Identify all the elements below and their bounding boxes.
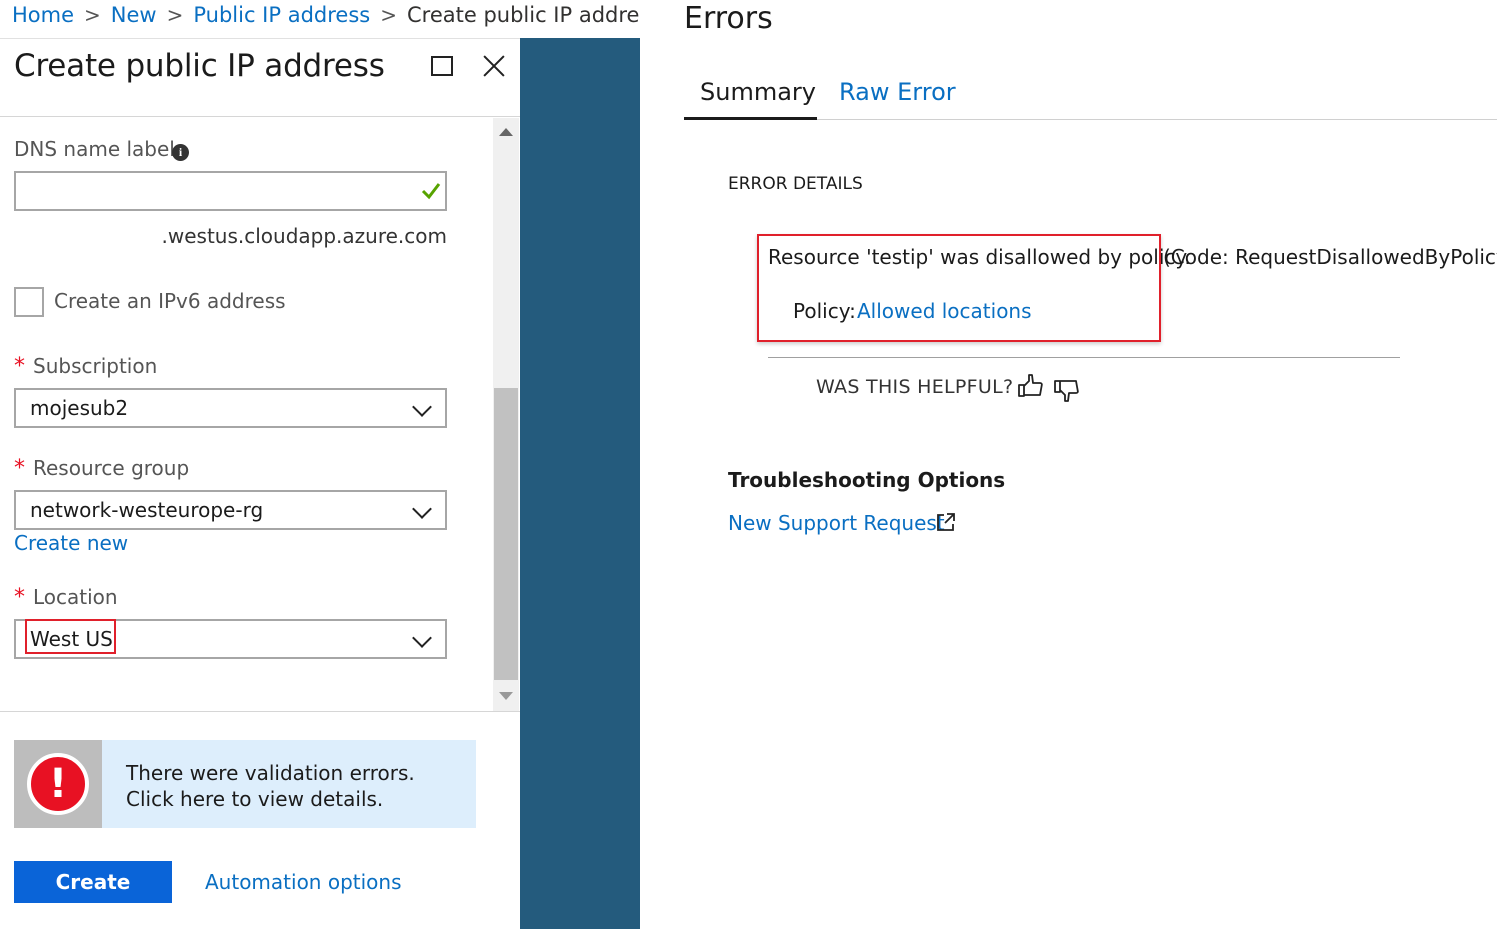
chevron-down-icon: [412, 499, 432, 519]
error-icon: !: [27, 753, 89, 815]
breadcrumb-new[interactable]: New: [111, 0, 157, 30]
active-tab-indicator: [684, 117, 817, 120]
subscription-value: mojesub2: [30, 396, 129, 420]
portal-background: [520, 38, 640, 929]
divider: [0, 116, 520, 117]
scrollbar-thumb[interactable]: [494, 388, 518, 680]
tab-summary[interactable]: Summary: [700, 78, 816, 106]
scroll-up-icon[interactable]: [499, 128, 513, 136]
chevron-down-icon: [412, 397, 432, 417]
tab-raw-error[interactable]: Raw Error: [839, 78, 956, 106]
helpful-label: WAS THIS HELPFUL?: [816, 376, 1014, 398]
divider: [0, 711, 520, 712]
dns-suffix: .westus.cloudapp.azure.com: [161, 224, 448, 248]
subscription-label-text: Subscription: [33, 354, 158, 378]
error-code: (Code: RequestDisallowedByPolicy): [1163, 245, 1497, 269]
dns-name-input[interactable]: [14, 171, 447, 211]
thumbs-down-icon[interactable]: [1053, 378, 1079, 404]
required-marker: *: [14, 585, 25, 610]
thumbs-up-icon[interactable]: [1017, 373, 1043, 399]
ipv6-checkbox[interactable]: [14, 287, 44, 317]
breadcrumb-public-ip[interactable]: Public IP address: [193, 0, 370, 30]
check-icon: [421, 183, 441, 200]
subscription-label: * Subscription: [14, 354, 157, 379]
divider: [768, 357, 1400, 358]
new-support-request-link[interactable]: New Support Request: [728, 511, 945, 535]
dns-name-label: DNS name label: [14, 137, 175, 161]
troubleshooting-heading: Troubleshooting Options: [728, 468, 1006, 492]
blade-title: Create public IP address: [14, 48, 385, 84]
create-new-link[interactable]: Create new: [14, 531, 128, 555]
breadcrumb-home[interactable]: Home: [12, 0, 74, 30]
required-marker: *: [14, 456, 25, 481]
close-icon[interactable]: [480, 52, 508, 80]
subscription-select[interactable]: mojesub2: [14, 388, 447, 428]
resource-group-value: network-westeurope-rg: [30, 498, 264, 522]
breadcrumb-current: Create public IP address: [406, 3, 640, 27]
breadcrumb-separator-icon: >: [84, 3, 101, 27]
location-highlight-box: [25, 619, 116, 654]
scroll-down-icon[interactable]: [499, 692, 513, 700]
resource-group-select[interactable]: network-westeurope-rg: [14, 490, 447, 530]
info-icon[interactable]: i: [172, 144, 189, 161]
external-link-icon[interactable]: [936, 512, 956, 532]
breadcrumb-separator-icon: >: [380, 3, 397, 27]
error-details-heading: ERROR DETAILS: [728, 174, 863, 194]
chevron-down-icon: [412, 628, 432, 648]
errors-title: Errors: [684, 1, 773, 36]
resource-group-label-text: Resource group: [33, 456, 190, 480]
ipv6-label: Create an IPv6 address: [54, 289, 286, 313]
breadcrumb-separator-icon: >: [166, 3, 184, 27]
resource-group-label: * Resource group: [14, 456, 189, 481]
validation-message[interactable]: There were validation errors. Click here…: [126, 760, 466, 812]
breadcrumb: Home > New > Public IP address > Create public…: [12, 0, 640, 32]
error-highlight-box: [757, 234, 1161, 342]
location-label: * Location: [14, 585, 118, 610]
maximize-icon[interactable]: [431, 56, 453, 76]
automation-options-link[interactable]: Automation options: [205, 870, 402, 894]
create-button[interactable]: Create: [14, 861, 172, 903]
required-marker: *: [14, 354, 25, 379]
location-label-text: Location: [33, 585, 118, 609]
